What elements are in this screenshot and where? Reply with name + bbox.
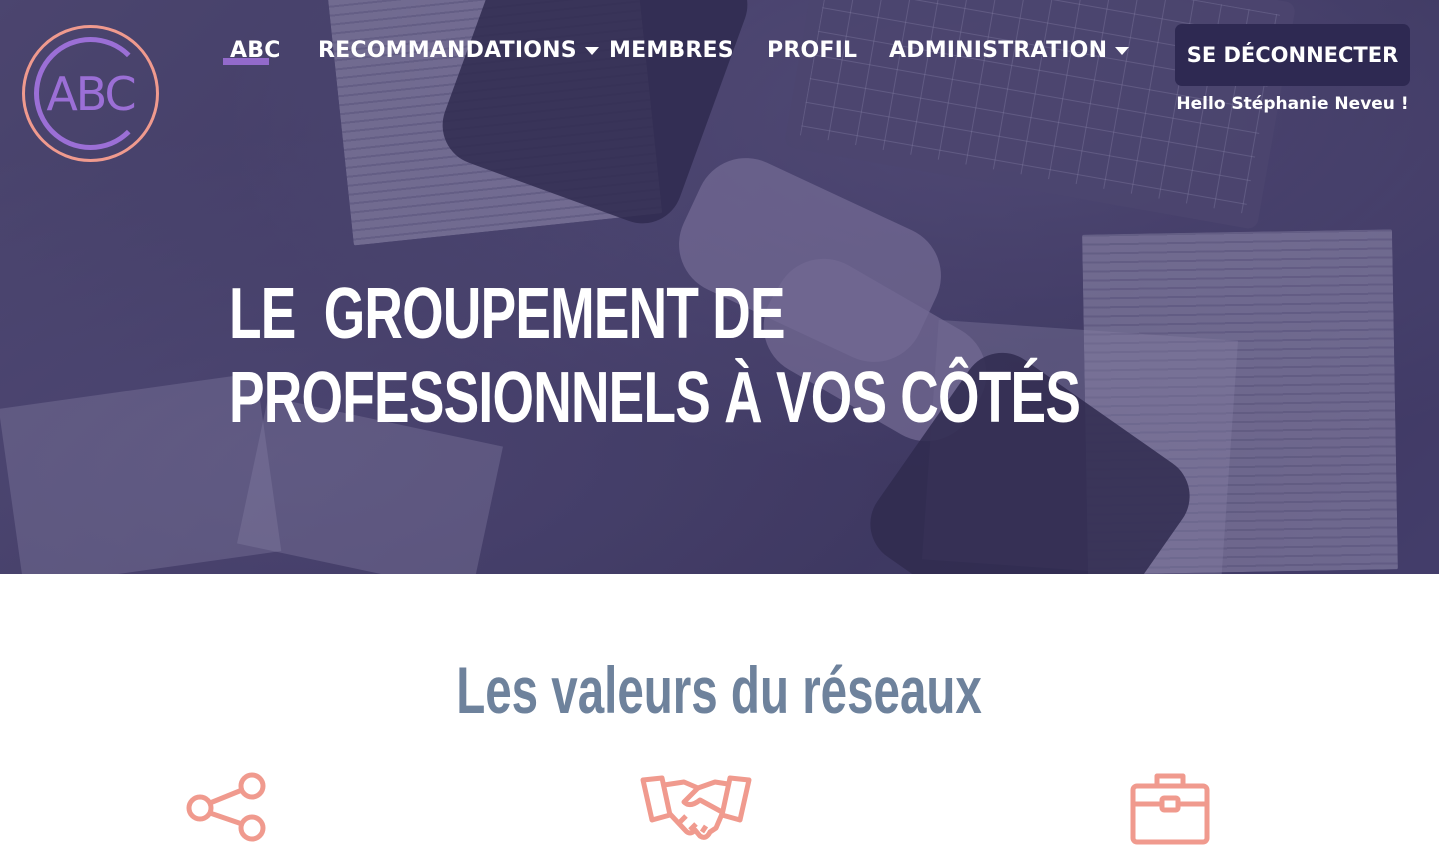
nav-label-profil: PROFIL: [767, 38, 858, 63]
logo-text: ABC: [46, 66, 136, 121]
values-heading-text: Les valeurs du réseaux: [456, 653, 983, 727]
nav-active-indicator: [223, 58, 269, 65]
values-heading: Les valeurs du réseaux: [0, 650, 1439, 730]
hero-title: LE GROUPEMENT DE PROFESSIONNELS À VOS CÔ…: [229, 272, 1081, 440]
logo-ring: ABC: [34, 37, 147, 150]
share-icon: [186, 772, 266, 842]
abc-logo[interactable]: ABC: [22, 25, 159, 162]
nav-label-recommandations: RECOMMANDATIONS: [318, 38, 577, 63]
nav-item-membres[interactable]: MEMBRES: [609, 38, 734, 63]
hero-title-line-1: LE GROUPEMENT DE: [229, 274, 786, 354]
logout-button[interactable]: SE DÉCONNECTER: [1175, 24, 1410, 86]
nav-item-administration[interactable]: ADMINISTRATION: [889, 38, 1130, 63]
chevron-down-icon: [1115, 47, 1130, 55]
chevron-down-icon: [584, 47, 599, 55]
briefcase-icon: [1130, 773, 1210, 845]
handshake-icon: [640, 775, 752, 840]
user-greeting: Hello Stéphanie Neveu !: [1176, 94, 1409, 114]
nav-label-membres: MEMBRES: [609, 38, 734, 63]
nav-item-profil[interactable]: PROFIL: [767, 38, 857, 63]
hero-banner: ABC ABC RECOMMANDATIONS MEMBRES PROFIL A…: [0, 0, 1439, 574]
nav-item-recommandations[interactable]: RECOMMANDATIONS: [318, 38, 599, 63]
hero-title-line-2: PROFESSIONNELS À VOS CÔTÉS: [229, 358, 1081, 438]
nav-label-administration: ADMINISTRATION: [889, 38, 1108, 63]
